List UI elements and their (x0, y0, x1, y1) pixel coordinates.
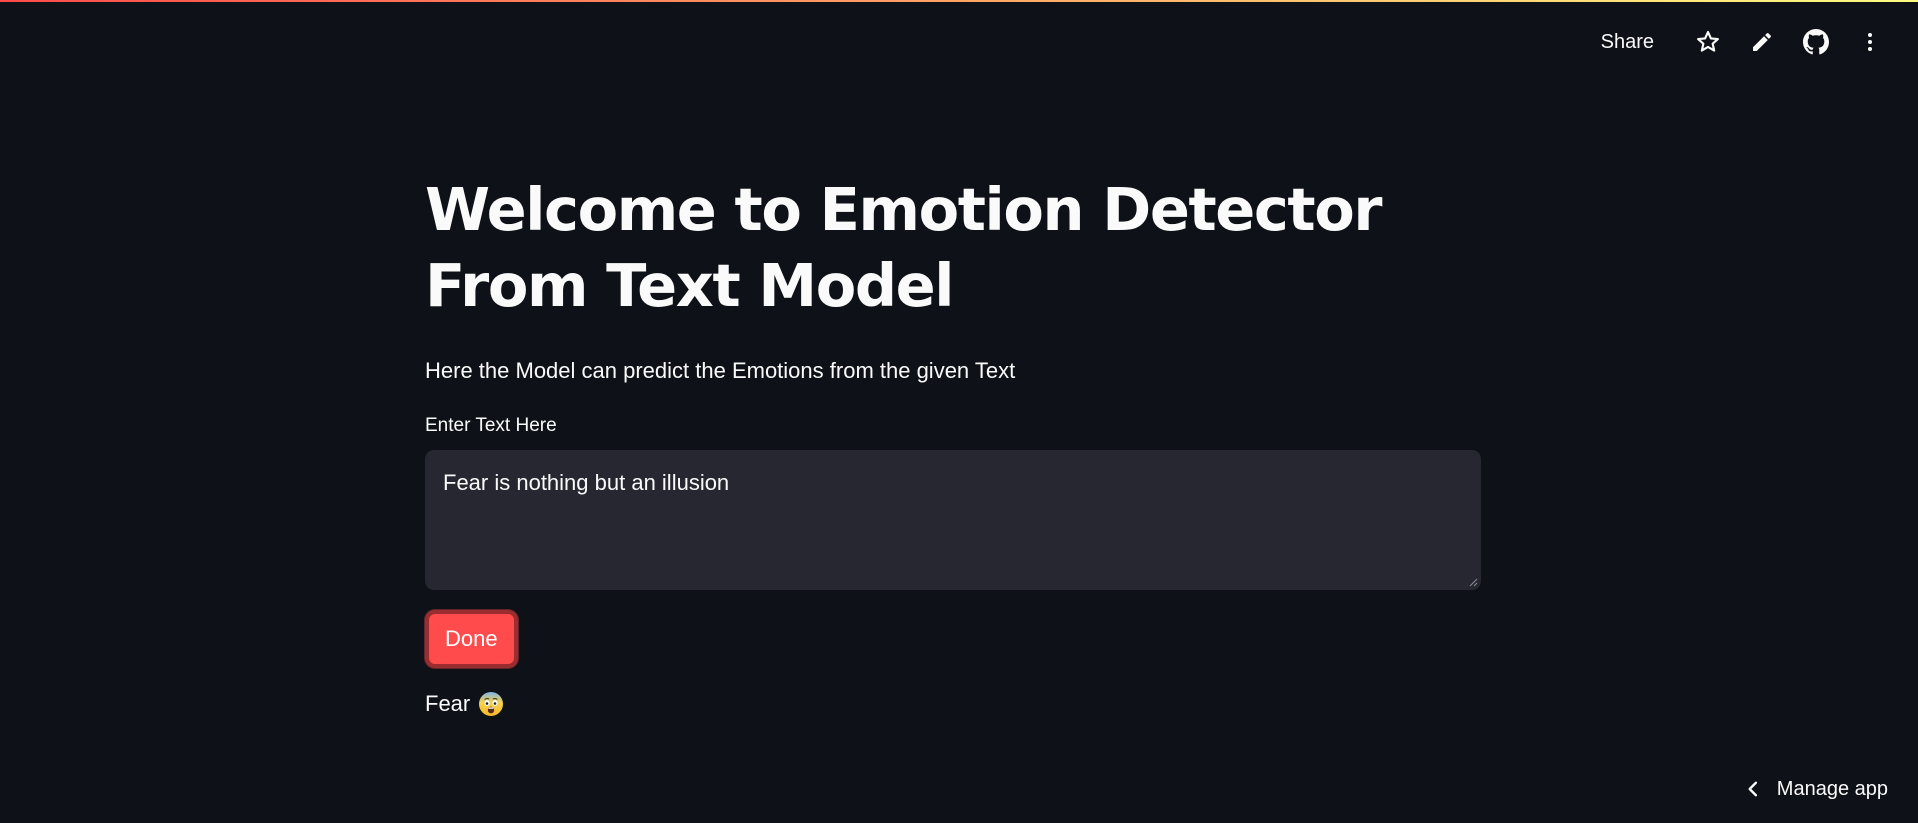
text-input-label: Enter Text Here (425, 415, 557, 436)
top-toolbar: Share (1587, 22, 1892, 62)
prediction-result: Fear (425, 688, 1481, 720)
page-title: Welcome to Emotion Detector From Text Mo… (425, 175, 1382, 320)
edit-pencil-icon (1753, 32, 1771, 51)
page-subtitle: Here the Model can predict the Emotions … (425, 358, 1016, 383)
chevron-left-icon (1748, 781, 1757, 797)
top-decoration-bar (0, 0, 1918, 2)
more-vertical-icon (1868, 33, 1872, 51)
manage-app-label: Manage app (1776, 777, 1888, 800)
done-button[interactable]: Done (425, 610, 518, 668)
app-root: Share Welcome to Emotion Detector From T… (0, 0, 1918, 823)
main-menu-button[interactable] (1848, 22, 1892, 62)
result-label: Fear (425, 691, 471, 716)
star-icon (1697, 30, 1719, 52)
github-button[interactable] (1794, 22, 1838, 62)
resize-handle-icon[interactable] (1469, 578, 1478, 587)
main-content: Welcome to Emotion Detector From Text Mo… (425, 172, 1481, 720)
manage-app-button[interactable]: Manage app (1743, 769, 1888, 809)
emotion-text-area[interactable]: Fear is nothing but an illusion (425, 450, 1481, 590)
edit-button[interactable] (1740, 22, 1784, 62)
github-icon (1803, 29, 1829, 55)
share-button[interactable]: Share (1587, 25, 1668, 60)
fearful-face-emoji-icon (479, 692, 504, 716)
star-button[interactable] (1686, 22, 1730, 62)
text-area-value: Fear is nothing but an illusion (443, 470, 730, 495)
